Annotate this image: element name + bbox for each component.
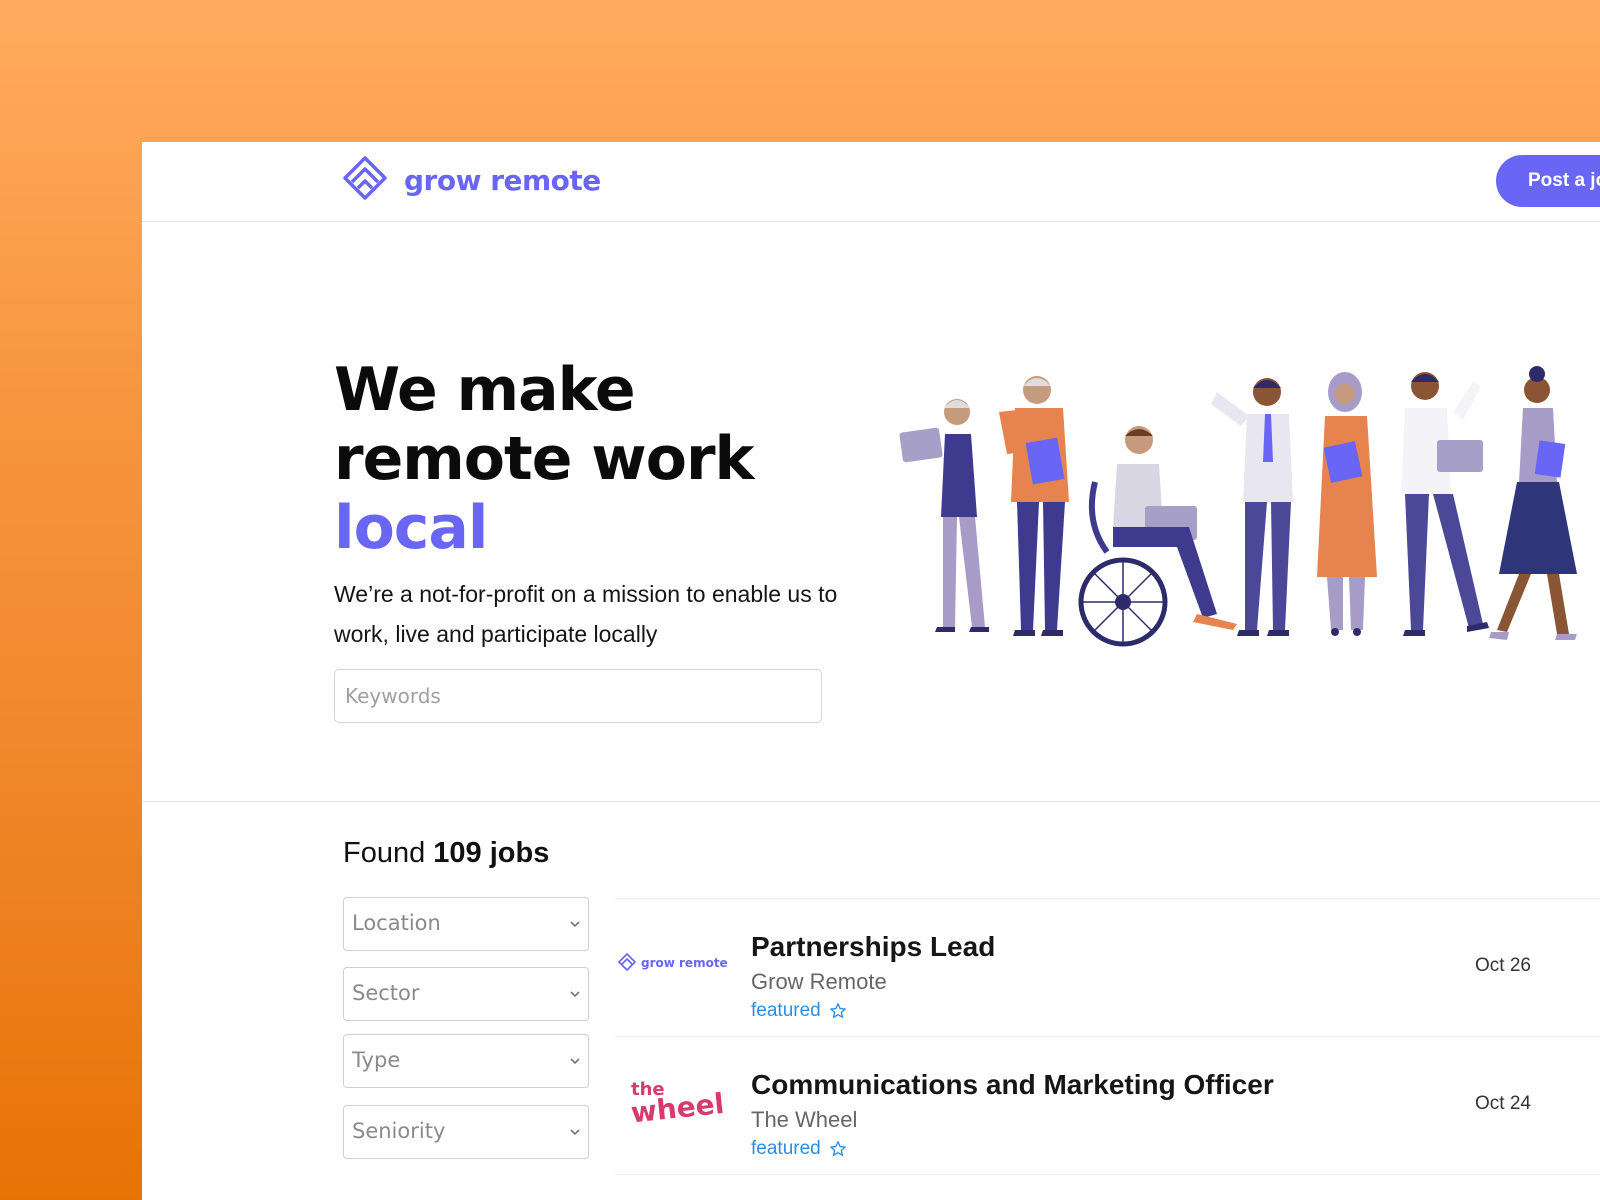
featured-badge: featured [751, 1000, 847, 1022]
seniority-filter-label: Seniority [352, 1119, 446, 1143]
featured-label: featured [751, 1000, 821, 1021]
brand-name: grow remote [404, 163, 601, 197]
company-logo-the-wheel: the wheel [615, 1067, 727, 1137]
keywords-search-input[interactable] [334, 669, 822, 723]
star-icon [829, 1141, 846, 1156]
chevron-down-icon [570, 921, 580, 928]
person-man-tie-figure [1211, 378, 1293, 636]
job-company: The Wheel [751, 1107, 858, 1132]
job-list: grow remote Partnerships Lead Grow Remot… [615, 898, 1600, 1175]
person-woman-hijab-figure [1317, 372, 1377, 636]
star-icon [829, 1003, 846, 1018]
hero-title-line1: We make [334, 355, 636, 425]
hero-title-accent: local [334, 493, 488, 563]
person-woman-skirt-figure [1489, 366, 1577, 640]
sector-filter-label: Sector [352, 981, 420, 1005]
location-filter-label: Location [352, 911, 441, 935]
job-date: Oct 26 [1475, 955, 1531, 976]
section-divider [142, 801, 1600, 802]
job-title[interactable]: Communications and Marketing Officer [751, 1069, 1274, 1101]
grow-remote-logo-icon [343, 156, 387, 200]
people-illustration [899, 366, 1577, 647]
results-count-value: 109 jobs [433, 837, 550, 869]
job-company: Grow Remote [751, 969, 887, 994]
hero-subtitle: We’re a not-for-profit on a mission to e… [334, 581, 838, 647]
job-listing[interactable]: the wheel Communications and Marketing O… [615, 1036, 1600, 1175]
job-date: Oct 24 [1475, 1093, 1531, 1114]
featured-badge: featured [751, 1138, 847, 1160]
location-filter-select[interactable]: Location [343, 897, 589, 951]
type-filter-label: Type [352, 1048, 401, 1072]
person-wheelchair-figure [1078, 426, 1237, 647]
seniority-filter-select[interactable]: Seniority [343, 1105, 589, 1159]
site-header: grow remote Post a job [142, 142, 1600, 222]
chevron-down-icon [570, 1129, 580, 1136]
browser-window: grow remote Post a job We make remote wo… [142, 142, 1600, 1200]
hero-title: We make remote work local [334, 355, 754, 563]
featured-label: featured [751, 1138, 821, 1159]
grow-remote-logo-text: grow remote [641, 956, 727, 970]
the-wheel-logo-icon: the wheel [629, 1079, 725, 1129]
job-listing[interactable]: grow remote Partnerships Lead Grow Remot… [615, 898, 1600, 1036]
post-job-button[interactable]: Post a job [1496, 155, 1600, 207]
results-count-prefix: Found [343, 837, 426, 869]
person-man-waving-figure [1401, 372, 1489, 636]
person-woman-laptop-figure [899, 399, 989, 632]
hero-title-line2: remote work [334, 424, 754, 494]
job-title[interactable]: Partnerships Lead [751, 931, 995, 963]
grow-remote-logo-icon: grow remote [618, 953, 728, 971]
results-count: Found 109 jobs [343, 837, 549, 870]
brand-logo[interactable]: grow remote [340, 155, 601, 205]
type-filter-select[interactable]: Type [343, 1034, 589, 1088]
sector-filter-select[interactable]: Sector [343, 967, 589, 1021]
company-logo-grow-remote: grow remote [615, 929, 728, 999]
chevron-down-icon [570, 991, 580, 998]
person-man-phone-figure [999, 376, 1069, 636]
chevron-down-icon [570, 1058, 580, 1065]
